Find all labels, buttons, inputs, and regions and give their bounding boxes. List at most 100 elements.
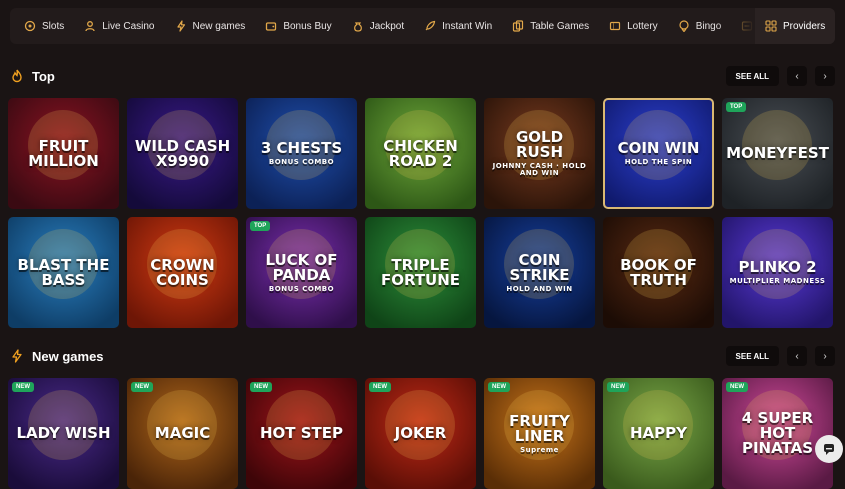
game-badge: NEW: [131, 382, 153, 392]
flame-icon: [12, 69, 22, 83]
game-title: 4 SUPER HOT PINATAS: [722, 411, 833, 456]
game-title-text: 4 SUPER HOT PINATAS: [741, 409, 814, 457]
game-subtitle: Supreme: [520, 445, 559, 454]
game-title-text: BOOK OF TRUTH: [620, 255, 697, 289]
game-tile[interactable]: CROWN COINS: [127, 217, 238, 328]
game-tile[interactable]: NEW LADY WISH: [8, 378, 119, 489]
game-subtitle: MULTIPLIER MADNESS: [729, 277, 826, 285]
nav-item-label: Table Games: [530, 20, 590, 32]
game-title-text: FRUIT MILLION: [28, 136, 99, 170]
game-tile[interactable]: FRUIT MILLION: [8, 98, 119, 209]
section-header-new-games: New games SEE ALL ‹ ›: [10, 345, 835, 367]
ticket-icon: [610, 21, 621, 31]
game-tile[interactable]: NEW HAPPY: [603, 378, 714, 489]
game-title: LUCK OF PANDA BONUS COMBO: [246, 252, 357, 293]
nav-item-table-games[interactable]: Table Games: [512, 20, 589, 32]
game-subtitle: HOLD THE SPIN: [624, 158, 693, 166]
grid-icon: [765, 20, 777, 32]
game-title-text: GOLD RUSH: [515, 128, 564, 161]
nav-item-bonus-buy[interactable]: Bonus Buy: [265, 20, 332, 32]
game-title-text: BLAST THE BASS: [17, 255, 110, 289]
nav-item-label: Jackpot: [369, 20, 405, 32]
nav-item-lottery[interactable]: Lottery: [609, 20, 658, 32]
nav-item-jackpot[interactable]: Jackpot: [352, 20, 404, 32]
game-tile[interactable]: TOP MONEYFEST: [722, 98, 833, 209]
game-badge: NEW: [12, 382, 34, 392]
category-nav: Slots Live Casino New games Bonus Buy Jackpo…: [10, 8, 835, 44]
game-subtitle: BONUS COMBO: [268, 284, 335, 293]
game-subtitle: JOHNNY CASH · HOLD AND WIN: [492, 162, 587, 177]
game-tile[interactable]: NEW 4 SUPER HOT PINATAS: [722, 378, 833, 489]
game-tile[interactable]: COIN WIN HOLD THE SPIN: [603, 98, 714, 209]
game-title: FRUIT MILLION: [8, 136, 119, 170]
nav-item-instant-win[interactable]: Instant Win: [424, 20, 492, 32]
nav-item-slots[interactable]: Slots: [24, 20, 64, 32]
game-title: COIN WIN HOLD THE SPIN: [612, 141, 706, 166]
bingo-icon: [679, 20, 689, 32]
providers-button[interactable]: Providers: [755, 8, 835, 44]
game-badge: NEW: [726, 382, 748, 392]
game-subtitle: HOLD AND WIN: [506, 284, 573, 293]
see-all-top-button[interactable]: SEE ALL: [725, 66, 779, 86]
game-title-text: HAPPY: [629, 424, 687, 442]
game-title-text: LADY WISH: [16, 424, 111, 442]
prev-arrow-icon[interactable]: ‹: [787, 346, 807, 366]
game-tile[interactable]: NEW MAGIC: [127, 378, 238, 489]
game-badge: NEW: [607, 382, 629, 392]
nav-item-label: Instant Win: [442, 20, 493, 32]
game-title: HOT STEP: [254, 426, 349, 441]
providers-label: Providers: [783, 20, 826, 32]
game-tile[interactable]: NEW FRUITY LINER Supreme: [484, 378, 595, 489]
wallet-icon: [266, 22, 277, 31]
next-arrow-icon[interactable]: ›: [815, 66, 835, 86]
nav-item-label: Slots: [42, 20, 65, 32]
game-title: CHICKEN ROAD 2: [365, 136, 476, 170]
nav-item-label: New games: [192, 20, 246, 32]
lightning-icon: [12, 349, 22, 363]
game-badge: TOP: [250, 221, 271, 231]
game-tile[interactable]: CHICKEN ROAD 2: [365, 98, 476, 209]
game-title-text: MAGIC: [154, 424, 211, 442]
game-title: COIN STRIKE HOLD AND WIN: [484, 250, 595, 293]
cards-icon: [513, 20, 524, 32]
lightning-icon: [176, 20, 185, 32]
game-title: BOOK OF TRUTH: [603, 255, 714, 289]
game-title-text: CROWN COINS: [150, 255, 215, 289]
game-title: CROWN COINS: [127, 255, 238, 289]
person-icon: [85, 21, 95, 32]
game-tile[interactable]: BOOK OF TRUTH: [603, 217, 714, 328]
nav-item-label: Lottery: [627, 20, 658, 32]
game-title-text: COIN STRIKE: [509, 250, 570, 284]
game-tile[interactable]: GOLD RUSH JOHNNY CASH · HOLD AND WIN: [484, 98, 595, 209]
nav-item-live-casino[interactable]: Live Casino: [84, 20, 155, 32]
game-tile[interactable]: 3 CHESTS BONUS COMBO: [246, 98, 357, 209]
game-tile[interactable]: WILD CASH X9990: [127, 98, 238, 209]
top-games-grid: FRUIT MILLION WILD CASH X9990 3 CHESTS BONU…: [8, 98, 833, 328]
game-tile[interactable]: NEW HOT STEP: [246, 378, 357, 489]
new-games-grid: NEW LADY WISH NEW MAGIC NEW HOT STEP NEW JOKER N…: [8, 378, 833, 489]
game-badge: NEW: [488, 382, 510, 392]
nav-fade: [715, 8, 755, 44]
game-tile[interactable]: TRIPLE FORTUNE: [365, 217, 476, 328]
next-arrow-icon[interactable]: ›: [815, 346, 835, 366]
game-tile[interactable]: COIN STRIKE HOLD AND WIN: [484, 217, 595, 328]
game-title: GOLD RUSH JOHNNY CASH · HOLD AND WIN: [484, 130, 595, 177]
game-badge: NEW: [369, 382, 391, 392]
game-tile[interactable]: TOP LUCK OF PANDA BONUS COMBO: [246, 217, 357, 328]
see-all-new-games-button[interactable]: SEE ALL: [725, 346, 779, 366]
game-title: LADY WISH: [10, 426, 116, 441]
game-tile[interactable]: BLAST THE BASS: [8, 217, 119, 328]
section-title-new-games: New games: [32, 348, 104, 364]
nav-item-new-games[interactable]: New games: [175, 20, 246, 32]
prev-arrow-icon[interactable]: ‹: [787, 66, 807, 86]
section-title-top: Top: [32, 68, 55, 84]
game-title-text: CHICKEN ROAD 2: [383, 136, 458, 170]
moneybag-icon: [353, 22, 362, 32]
game-title-text: 3 CHESTS: [260, 139, 343, 157]
nav-item-label: Live Casino: [102, 20, 155, 32]
game-title: FRUITY LINER Supreme: [484, 411, 595, 454]
game-title-text: FRUITY LINER: [509, 411, 570, 445]
game-tile[interactable]: PLINKO 2 MULTIPLIER MADNESS: [722, 217, 833, 328]
game-title-text: HOT STEP: [259, 424, 344, 442]
game-tile[interactable]: NEW JOKER: [365, 378, 476, 489]
